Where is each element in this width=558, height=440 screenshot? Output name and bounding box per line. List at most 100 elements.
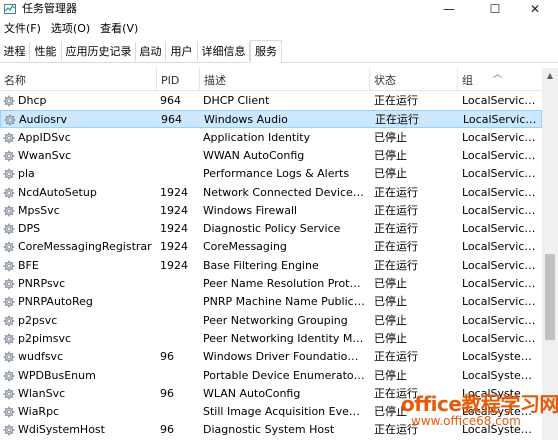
gear-icon — [3, 238, 17, 256]
service-description: PNRP Machine Name Publicat... — [203, 295, 365, 309]
service-description: Peer Networking Identity Ma... — [203, 331, 365, 345]
service-pid: 96 — [160, 423, 174, 437]
table-row[interactable]: AppIDSvc Application Identity 已停止 LocalServ… — [0, 129, 542, 147]
table-row[interactable]: MpsSvc 1924 Windows Firewall 正在运行 LocalServi… — [0, 202, 542, 220]
service-description: Windows Driver Foundation -... — [203, 350, 365, 364]
service-name: Dhcp — [18, 94, 47, 107]
tab-startup[interactable]: 启动 — [136, 42, 166, 61]
service-pid: 964 — [160, 94, 181, 107]
close-icon: ✕ — [529, 2, 541, 16]
service-status: 正在运行 — [374, 258, 418, 272]
service-pid: 1924 — [160, 240, 188, 254]
watermark-url: www.office68.com — [411, 414, 521, 428]
service-pid — [160, 165, 200, 183]
tab-details[interactable]: 详细信息 — [198, 42, 250, 61]
gear-icon — [3, 275, 17, 293]
service-status: 正在运行 — [374, 350, 418, 364]
table-row[interactable]: WPDBusEnum Portable Device Enumerator ...… — [0, 367, 542, 385]
gear-icon — [3, 385, 17, 403]
gear-icon — [3, 421, 17, 439]
service-status: 正在运行 — [375, 113, 419, 127]
service-name: p2pimsvc — [18, 331, 72, 345]
table-row[interactable]: CoreMessagingRegistrar 1924 CoreMessaging 正… — [0, 238, 542, 256]
watermark: office教程学习网 www.office68.com — [395, 388, 558, 440]
tab-services[interactable]: 服务 — [250, 40, 282, 63]
service-pid: 1924 — [160, 222, 188, 236]
task-manager-window: 任务管理器 — ☐ ✕ 文件(F) 选项(O) 查看(V) 进程 性能 应用历史… — [0, 0, 558, 440]
column-pid-header[interactable]: PID — [156, 68, 199, 90]
tab-users[interactable]: 用户 — [166, 42, 198, 61]
service-group: LocalService... — [462, 130, 540, 144]
minimize-button[interactable]: — — [426, 0, 472, 18]
tab-app-history[interactable]: 应用历史记录 — [62, 42, 136, 61]
service-pid — [160, 147, 200, 165]
close-button[interactable]: ✕ — [512, 0, 558, 18]
service-group: LocalService... — [463, 113, 541, 127]
service-group: LocalService... — [462, 331, 540, 345]
service-name: DPS — [18, 222, 41, 236]
service-description: Base Filtering Engine — [203, 258, 319, 272]
gear-icon — [3, 348, 17, 366]
gear-icon — [3, 330, 17, 348]
table-row[interactable]: Audiosrv 964 Windows Audio 正在运行 LocalService… — [0, 110, 542, 129]
service-status: 已停止 — [374, 148, 407, 162]
service-name: BFE — [18, 258, 39, 272]
service-pid — [160, 403, 200, 421]
gear-icon — [3, 129, 17, 147]
service-status: 已停止 — [374, 313, 407, 327]
table-row[interactable]: WwanSvc WWAN AutoConfig 已停止 LocalService... — [0, 147, 542, 165]
table-row[interactable]: PNRPAutoReg PNRP Machine Name Publicat...… — [0, 293, 542, 311]
service-name: WwanSvc — [18, 148, 72, 162]
menu-file[interactable]: 文件(F) — [0, 21, 47, 37]
gear-icon — [3, 257, 17, 275]
table-row[interactable]: DPS 1924 Diagnostic Policy Service 正在运行 Loca… — [0, 220, 542, 238]
watermark-title: office教程学习网 — [401, 392, 558, 416]
table-row[interactable]: Dhcp 964 DHCP Client 正在运行 LocalService... — [0, 92, 542, 110]
service-status: 正在运行 — [374, 222, 418, 236]
service-pid: 96 — [160, 350, 174, 364]
column-status-header[interactable]: 状态 — [369, 68, 457, 90]
service-name: PNRPAutoReg — [18, 295, 93, 309]
table-row[interactable]: NcdAutoSetup 1924 Network Connected Device… — [0, 184, 542, 202]
menu-view[interactable]: 查看(V) — [96, 21, 144, 37]
service-status: 已停止 — [374, 167, 407, 181]
table-row[interactable]: p2psvc Peer Networking Grouping 已停止 LocalSe… — [0, 312, 542, 330]
table-row[interactable]: pla Performance Logs & Alerts 已停止 LocalServ… — [0, 165, 542, 183]
table-row[interactable]: p2pimsvc Peer Networking Identity Ma... 已停… — [0, 330, 542, 348]
menu-bar: 文件(F) 选项(O) 查看(V) — [0, 20, 558, 38]
service-description: CoreMessaging — [203, 240, 287, 254]
service-pid — [160, 293, 200, 311]
service-group: LocalService... — [462, 240, 540, 254]
table-row[interactable]: BFE 1924 Base Filtering Engine 正在运行 LocalSer… — [0, 257, 542, 275]
table-row[interactable]: PNRPsvc Peer Name Resolution Protoc... 已停止… — [0, 275, 542, 293]
service-name: p2psvc — [18, 313, 58, 327]
service-pid: 96 — [160, 386, 174, 400]
vertical-scrollbar[interactable]: ▲ — [542, 68, 558, 440]
minimize-icon: — — [443, 2, 455, 16]
tab-performance[interactable]: 性能 — [30, 42, 62, 61]
menu-options[interactable]: 选项(O) — [47, 21, 96, 37]
table-row[interactable]: wudfsvc 96 Windows Driver Foundation -... 正… — [0, 348, 542, 366]
gear-icon — [3, 403, 17, 421]
gear-icon — [3, 165, 17, 183]
column-name-header[interactable]: 名称 — [0, 68, 156, 90]
service-status: 已停止 — [374, 130, 407, 144]
scrollbar-thumb[interactable] — [545, 254, 555, 340]
service-name: WiaRpc — [18, 405, 60, 419]
service-status: 正在运行 — [374, 94, 418, 107]
service-group: LocalSystem... — [462, 350, 540, 364]
service-group: LocalService... — [462, 148, 540, 162]
maximize-icon: ☐ — [489, 2, 501, 16]
service-group: LocalService... — [462, 203, 540, 217]
column-description-header[interactable]: 描述 — [199, 68, 369, 90]
tab-processes[interactable]: 进程 — [0, 42, 30, 61]
service-pid — [160, 367, 200, 385]
service-group: LocalService... — [462, 258, 540, 272]
scroll-up-arrow-icon[interactable]: ▲ — [542, 68, 558, 84]
service-group: LocalSystem... — [462, 368, 540, 382]
service-description: Diagnostic Policy Service — [203, 222, 341, 236]
service-name: WPDBusEnum — [18, 368, 96, 382]
service-description: DHCP Client — [203, 94, 270, 107]
service-status: 正在运行 — [374, 185, 418, 199]
tab-bar: 进程 性能 应用历史记录 启动 用户 详细信息 服务 — [0, 40, 558, 63]
